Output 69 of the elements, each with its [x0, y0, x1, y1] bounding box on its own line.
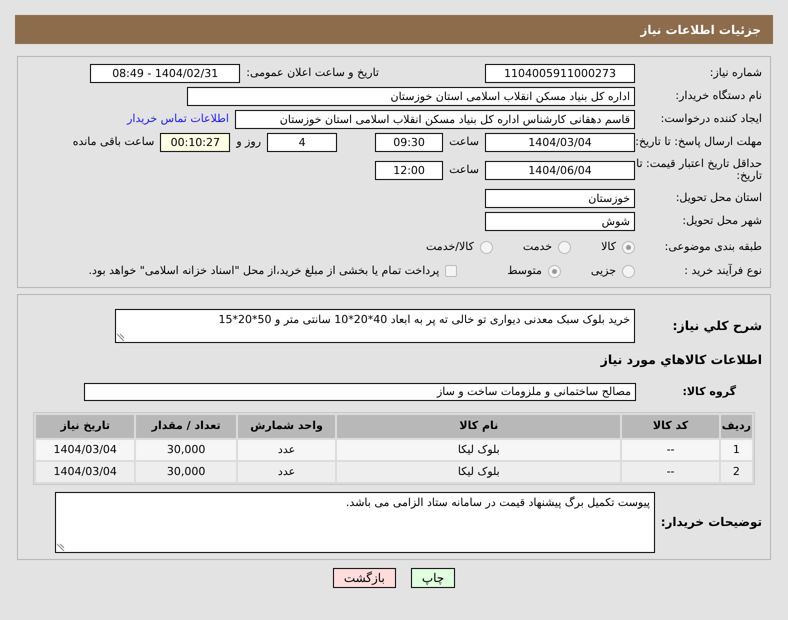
field-label: استان محل تحویل: [674, 192, 763, 204]
deadline-time-field[interactable]: 09:30 [375, 132, 444, 152]
field-label: شماره نیاز: [708, 66, 763, 80]
table-cell: 1404/03/04 [36, 462, 134, 482]
goods-group-field[interactable]: مصالح ساختمانی و ملزومات ساخت و ساز [84, 382, 636, 401]
table-cell: بلوک لیکا [337, 462, 620, 482]
time-label: ساعت [448, 162, 480, 178]
table-cell: 1404/03/04 [36, 440, 134, 460]
back-button[interactable]: بازگشت [332, 568, 396, 588]
buyer-notes-field[interactable]: پیوست تکمیل برگ پیشنهاد قیمت در سامانه ستاد الزامی می باشد. [55, 492, 655, 553]
table-cell: 30,000 [136, 440, 236, 460]
field-label: حداقل تاریخ اعتبار قیمت: تا تاریخ: [635, 158, 763, 182]
need-number-field[interactable]: 1104005911000273 [485, 64, 635, 82]
field-label: نام دستگاه خریدار: [674, 90, 763, 102]
checkbox[interactable] [445, 265, 458, 278]
column-header: کد کالا [622, 414, 719, 438]
radio-label: کالا/خدمت [426, 238, 474, 255]
buyer-org-field[interactable]: اداره کل بنیاد مسکن انقلاب اسلامی استان خوزستان [187, 86, 635, 106]
resize-grip-icon[interactable] [117, 333, 125, 342]
radio-button[interactable] [622, 264, 635, 278]
validity-date-field[interactable]: 1404/06/04 [485, 160, 635, 180]
description-field[interactable]: خرید بلوک سبک معدنی دیواری تو خالی ته پر به ابعاد 40*20*10 سانتی متر و 50*20*15 [115, 309, 635, 344]
radio-label: جزیی [590, 262, 616, 279]
radio-label: کالا [601, 238, 616, 255]
table-cell: -- [622, 440, 719, 460]
remaining-label: ساعت باقی مانده [72, 134, 156, 150]
resize-grip-icon[interactable] [57, 542, 65, 551]
section-title: اطلاعات کالاهاي مورد نياز [599, 351, 763, 370]
validity-time-field[interactable]: 12:00 [375, 160, 444, 180]
field-label: توضیحات خریدار: [660, 516, 763, 530]
table-cell: 2 [720, 462, 752, 482]
field-label: ایجاد کننده درخواست: [660, 112, 763, 126]
requester-field[interactable]: قاسم دهقانی کارشناس اداره کل بنیاد مسکن انقلاب اسلامی استان خوزستان [235, 110, 635, 128]
column-header: نام کالا [337, 414, 620, 438]
table-cell: 30,000 [136, 462, 236, 482]
city-field[interactable]: شوش [485, 212, 635, 231]
field-label: طبقه بندی موضوعی: [664, 241, 763, 254]
table-cell: 1 [720, 440, 752, 460]
remaining-time-field[interactable]: 00:10:27 [160, 132, 230, 152]
deadline-date-field[interactable]: 1404/03/04 [485, 132, 635, 152]
time-label: ساعت [448, 134, 480, 150]
column-header: تاریخ نیاز [36, 414, 134, 438]
radio-button[interactable] [480, 240, 493, 254]
column-header: ردیف [720, 414, 752, 438]
field-label: شرح کلي نياز: [672, 319, 763, 334]
contact-link[interactable]: اطلاعات تماس خریدار [121, 110, 235, 128]
radio-label: خدمت [522, 238, 552, 255]
field-label: مهلت ارسال پاسخ: تا تاریخ: [635, 136, 763, 148]
header-title: جزئیات اطلاعات نیاز [15, 15, 773, 44]
field-label: شهر محل تحویل: [681, 215, 763, 228]
column-header: واحد شمارش [238, 414, 336, 438]
checkbox-label: پرداخت تمام یا بخشی از مبلغ خرید،از محل "اسناد خزانه اسلامی" خواهد بود. [88, 262, 440, 279]
table-cell: -- [622, 462, 719, 482]
radio-button[interactable] [622, 240, 635, 254]
radio-button[interactable] [548, 264, 561, 278]
days-field[interactable]: 4 [267, 132, 338, 152]
province-field[interactable]: خوزستان [485, 188, 635, 208]
radio-button[interactable] [558, 240, 572, 254]
print-button[interactable]: چاپ [410, 568, 456, 588]
field-label: گروه کالا: [681, 386, 737, 398]
days-label: روز و [234, 134, 262, 150]
table-cell: عدد [238, 462, 336, 482]
column-header: تعداد / مقدار [136, 414, 236, 438]
table-cell: عدد [238, 440, 336, 460]
table-cell: بلوک لیکا [337, 440, 620, 460]
announce-date-field[interactable]: 1404/02/31 - 08:49 [90, 64, 240, 82]
field-label: نوع فرآیند خرید : [683, 265, 763, 278]
radio-label: متوسط [507, 262, 542, 279]
field-label: تاریخ و ساعت اعلان عمومی: [245, 64, 380, 81]
